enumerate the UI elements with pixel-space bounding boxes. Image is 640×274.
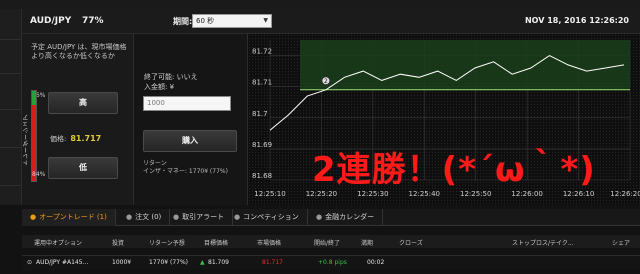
tab-label: コンペティション	[243, 213, 299, 221]
tab-trade-alerts[interactable]: ● 取引アラート	[165, 209, 234, 226]
x-tick-label: 12:25:40	[409, 190, 440, 198]
cell-investment: 1000¥	[112, 259, 132, 266]
x-tick-label: 12:26:00	[511, 190, 542, 198]
tab-bullet-icon: ●	[234, 213, 241, 221]
cell-expiry: 00:02	[367, 259, 385, 266]
x-tick-label: 12:25:10	[254, 190, 285, 198]
x-tick-label: 12:25:50	[460, 190, 491, 198]
expiry-label: 期間:	[173, 17, 193, 26]
row-expand-icon[interactable]: ⊙	[27, 259, 32, 266]
cell-expected-return: 1770¥ (77%)	[149, 259, 189, 266]
asset-header: AUD/JPY 77% 期間: 60 秒 ▼ NOV 18, 2016 12:2…	[22, 9, 640, 34]
top-strip	[0, 0, 640, 9]
column-header: 運用中オプション	[34, 240, 83, 247]
price-label: 価格:	[50, 135, 67, 143]
tab-label: オープントレード (1)	[39, 213, 107, 221]
column-header: 投資	[112, 240, 125, 247]
tab-open-trades[interactable]: ● オープントレード (1)	[22, 209, 116, 226]
y-tick-label: 81.69	[252, 141, 272, 149]
low-button[interactable]: 低	[48, 157, 118, 179]
column-header: 開始/終了	[314, 240, 341, 247]
celebration-overlay-text: 2連勝！(*´ω｀*)	[312, 150, 596, 190]
table-header: 運用中オプション 投資 リターン予想 目標価格 市場価格 開始/終了 満期 クロ…	[22, 235, 640, 248]
y-tick-label: 81.7	[252, 110, 268, 118]
in-the-money-zone	[300, 40, 630, 90]
x-tick-label: 12:26:20	[610, 190, 640, 198]
tab-competition[interactable]: ● コンペティション	[226, 209, 308, 226]
strike-marker-label: 2	[324, 78, 328, 85]
y-tick-label: 81.72	[252, 48, 272, 56]
cell-option: AUD/JPY #A145...	[36, 259, 89, 266]
price-value: 81.717	[70, 134, 102, 143]
x-tick-label: 12:25:30	[357, 190, 388, 198]
chevron-down-icon: ▼	[263, 17, 268, 24]
column-header: 満期	[361, 240, 374, 247]
cell-pips: +0.8 pips	[318, 259, 347, 266]
early-close-label: 終了可能: いいえ	[144, 73, 198, 81]
server-datetime: NOV 18, 2016 12:26:20	[524, 16, 629, 25]
tab-label: 取引アラート	[182, 213, 225, 221]
payout-percent: 77%	[82, 16, 104, 26]
sidebar-divider	[0, 39, 22, 40]
column-header: 目標価格	[204, 240, 229, 247]
amount-label: 入金額: ¥	[144, 83, 175, 91]
sidebar-divider	[0, 73, 22, 74]
low-share-pct: 84%	[32, 171, 46, 178]
tab-orders[interactable]: ● 注文 (0)	[118, 209, 171, 226]
sidebar-divider	[0, 109, 22, 110]
tab-bullet-icon: ●	[126, 213, 133, 221]
sidebar-divider	[0, 147, 22, 148]
column-header: ストップロス/テイク...	[512, 240, 574, 247]
column-header: シェア	[612, 240, 631, 247]
prediction-note: 予定 AUD/JPY は、現市場価格より高くなるか低くなるか	[31, 43, 127, 60]
low-share-fill	[32, 105, 36, 181]
tab-bullet-icon: ●	[30, 213, 37, 221]
bottom-tabs: ● オープントレード (1) ● 注文 (0) ● 取引アラート ● コンペティション …	[22, 209, 640, 226]
current-price: 価格: 81.717	[50, 134, 101, 144]
sidebar-divider	[0, 185, 22, 186]
tab-bullet-icon: ●	[316, 213, 323, 221]
x-tick-label: 12:25:20	[306, 190, 337, 198]
trader-share-gauge	[31, 90, 37, 182]
y-tick-label: 81.68	[252, 172, 272, 180]
direction-panel: 予定 AUD/JPY は、現市場価格より高くなるか低くなるか 16% トレーダー…	[22, 34, 134, 205]
tab-label: 金融カレンダー	[325, 213, 375, 221]
cell-target-price: 81.709	[208, 259, 229, 266]
expiry-select[interactable]: 60 秒 ▼	[192, 14, 272, 28]
column-header: リターン予想	[149, 240, 185, 247]
trader-share-label: トレーダーシェア	[23, 114, 30, 166]
in-the-money-value: インザ・マネー: 1770¥ (77%)	[143, 168, 228, 175]
expiry-value: 60 秒	[196, 17, 215, 25]
left-sidebar	[0, 9, 22, 205]
x-tick-label: 12:26:10	[563, 190, 594, 198]
buy-button[interactable]: 購入	[143, 130, 237, 152]
tab-calendar[interactable]: ● 金融カレンダー	[308, 209, 384, 226]
column-header: クローズ	[399, 240, 423, 247]
amount-input[interactable]: 1000	[143, 96, 231, 111]
y-tick-label: 81.71	[252, 79, 272, 87]
tab-bullet-icon: ●	[173, 213, 180, 221]
asset-pair: AUD/JPY	[30, 16, 72, 26]
high-share-fill	[32, 91, 36, 105]
up-arrow-icon: ▲	[200, 259, 205, 266]
column-header: 市場価格	[257, 240, 282, 247]
order-panel: 終了可能: いいえ 入金額: ¥ 1000 購入 リターン インザ・マネー: 1…	[134, 34, 248, 205]
cell-market-price: 81.717	[262, 259, 283, 266]
table-row[interactable]: ⊙ AUD/JPY #A145... 1000¥ 1770¥ (77%) ▲ 8…	[22, 255, 640, 270]
high-button[interactable]: 高	[48, 92, 118, 114]
tab-label: 注文 (0)	[135, 213, 162, 221]
